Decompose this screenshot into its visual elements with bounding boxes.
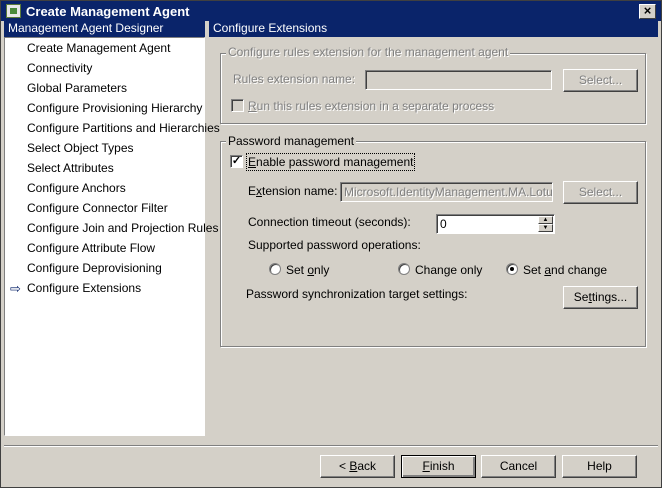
- sidebar-item[interactable]: Configure Attribute Flow: [27, 241, 155, 259]
- password-management-legend: Password management: [226, 134, 357, 148]
- radio-selected-dot: [510, 267, 514, 271]
- current-step-arrow-icon: ⇨: [10, 281, 21, 296]
- run-separate-process-checkbox[interactable]: [231, 99, 244, 112]
- nav-list: Create Management Agent Connectivity Globa…: [4, 37, 220, 436]
- cancel-button[interactable]: Cancel: [481, 455, 556, 478]
- close-icon[interactable]: ×: [639, 4, 656, 19]
- spin-down-button[interactable]: ▼: [538, 224, 553, 232]
- rules-select-button[interactable]: Select...: [563, 69, 638, 92]
- sidebar-item[interactable]: Configure Provisioning Hierarchy: [27, 101, 202, 119]
- extension-name-input[interactable]: Microsoft.IdentityManagement.MA.LotusDom: [340, 182, 553, 202]
- radio-set-only[interactable]: [269, 263, 281, 275]
- radio-set-and-change-label: Set and change: [523, 263, 608, 277]
- extension-name-label: Extension name:: [248, 184, 338, 198]
- sidebar-item[interactable]: Select Attributes: [27, 161, 114, 179]
- nav-header: Management Agent Designer: [4, 21, 205, 37]
- rules-extension-name-label: Rules extension name:: [233, 72, 356, 86]
- spin-up-button[interactable]: ▲: [538, 216, 553, 224]
- run-separate-process-label: Run this rules extension in a separate p…: [248, 99, 495, 113]
- footer-divider: [4, 445, 658, 447]
- sidebar-item[interactable]: Configure Join and Projection Rules: [27, 221, 218, 239]
- title-bar[interactable]: Create Management Agent ×: [1, 1, 661, 21]
- sync-target-settings-label: Password synchronization target settings…: [246, 287, 468, 301]
- back-button[interactable]: < Back: [320, 455, 395, 478]
- radio-set-only-label: Set only: [286, 263, 330, 277]
- help-button[interactable]: Help: [562, 455, 637, 478]
- sidebar-item[interactable]: Configure Partitions and Hierarchies: [27, 121, 220, 139]
- finish-button[interactable]: Finish: [401, 455, 476, 478]
- extension-select-button[interactable]: Select...: [563, 181, 638, 204]
- connection-timeout-label: Connection timeout (seconds):: [248, 215, 411, 229]
- radio-change-only[interactable]: [398, 263, 410, 275]
- sidebar-item[interactable]: Global Parameters: [27, 81, 127, 99]
- radio-set-and-change[interactable]: [506, 263, 518, 275]
- window-title: Create Management Agent: [26, 4, 190, 19]
- sidebar-item[interactable]: Configure Connector Filter: [27, 201, 168, 219]
- sidebar-item[interactable]: Configure Deprovisioning: [27, 261, 162, 279]
- sidebar-item[interactable]: Configure Extensions: [27, 281, 141, 299]
- rules-extension-name-input[interactable]: [365, 70, 552, 90]
- radio-change-only-label: Change only: [415, 263, 483, 277]
- rules-extension-legend: Configure rules extension for the manage…: [226, 45, 511, 59]
- supported-operations-label: Supported password operations:: [248, 238, 421, 252]
- management-agent-icon: [6, 4, 21, 18]
- sidebar-item[interactable]: Configure Anchors: [27, 181, 126, 199]
- sidebar-item[interactable]: Select Object Types: [27, 141, 134, 159]
- page-header: Configure Extensions: [209, 21, 658, 37]
- enable-password-management-label: Enable password management: [245, 153, 416, 171]
- enable-password-management-checkbox[interactable]: ✓: [230, 155, 243, 168]
- sidebar-item[interactable]: Create Management Agent: [27, 41, 170, 59]
- sidebar-item[interactable]: Connectivity: [27, 61, 92, 79]
- settings-button[interactable]: Settings...: [563, 286, 638, 309]
